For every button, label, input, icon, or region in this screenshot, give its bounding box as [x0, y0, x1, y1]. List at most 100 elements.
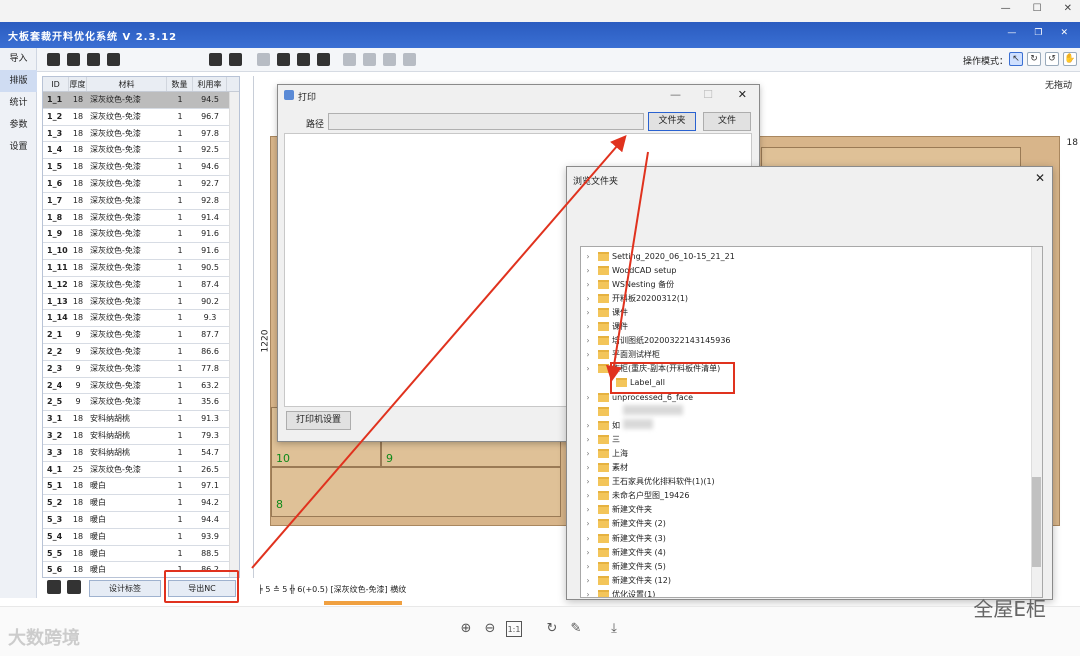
table-row[interactable]: 2_2 9 深灰纹色-免漆 1 86.6	[43, 344, 239, 361]
table-row[interactable]: 1_5 18 深灰纹色-免漆 1 94.6	[43, 159, 239, 176]
link-icon[interactable]	[67, 53, 80, 66]
folder-tree-item[interactable]: › 素材	[583, 461, 628, 475]
table-row[interactable]: 3_1 18 安科纳胡桃 1 91.3	[43, 411, 239, 428]
download-icon[interactable]: ⤓	[606, 621, 622, 637]
merge-icon[interactable]	[363, 53, 376, 66]
app-restore-icon[interactable]: ❐	[1034, 28, 1042, 38]
chevron-right-icon[interactable]: ›	[583, 308, 593, 317]
column-header-thickness[interactable]: 厚度	[69, 77, 87, 91]
table-row[interactable]: 4_1 25 深灰纹色-免漆 1 26.5	[43, 462, 239, 479]
folder-tree-item[interactable]: › WSNesting 备份	[583, 277, 674, 291]
table-row[interactable]: 1_12 18 深灰纹色-免漆 1 87.4	[43, 277, 239, 294]
folder-open-icon[interactable]	[209, 53, 222, 66]
chevron-right-icon[interactable]: ›	[583, 393, 593, 402]
chevron-right-icon[interactable]: ›	[583, 266, 593, 275]
table-row[interactable]: 1_8 18 深灰纹色-免漆 1 91.4	[43, 210, 239, 227]
chevron-right-icon[interactable]: ›	[583, 590, 593, 597]
table-row[interactable]: 5_3 18 暖白 1 94.4	[43, 512, 239, 529]
maximize-icon[interactable]: ☐	[1033, 3, 1042, 14]
nav-item-params[interactable]: 参数	[0, 114, 37, 136]
chevron-right-icon[interactable]: ›	[583, 294, 593, 303]
dialog-minimize-icon[interactable]: —	[670, 88, 681, 101]
folder-tree-item[interactable]: › 新建文件夹 (3)	[583, 531, 666, 545]
chevron-right-icon[interactable]: ›	[583, 350, 593, 359]
chevron-right-icon[interactable]: ›	[583, 364, 593, 373]
table-row[interactable]: 1_14 18 深灰纹色-免漆 1 9.3	[43, 310, 239, 328]
folder-tree-item[interactable]: › 平面测试样柜	[583, 348, 660, 362]
dialog-close-icon[interactable]: ✕	[738, 88, 747, 101]
table-row[interactable]: 5_5 18 暖白 1 88.5	[43, 546, 239, 563]
image-icon[interactable]	[87, 53, 100, 66]
cursor-icon[interactable]: ↖	[1009, 52, 1023, 66]
folder-tree-item[interactable]: › 开料板20200312(1)	[583, 291, 688, 305]
save-icon[interactable]	[107, 53, 120, 66]
camera-icon[interactable]	[229, 53, 242, 66]
table-row[interactable]: 1_13 18 深灰纹色-免漆 1 90.2	[43, 294, 239, 311]
app-close-icon[interactable]: ✕	[1060, 28, 1068, 38]
zoom-out-icon[interactable]: ⊖	[482, 621, 498, 637]
chevron-right-icon[interactable]: ›	[583, 491, 593, 500]
table-row[interactable]: 2_1 9 深灰纹色-免漆 1 87.7	[43, 327, 239, 344]
print-icon[interactable]	[47, 580, 61, 594]
close-icon[interactable]: ✕	[1064, 3, 1072, 14]
chevron-right-icon[interactable]: ›	[583, 576, 593, 585]
column-header-id[interactable]: ID	[43, 77, 69, 91]
chevron-right-icon[interactable]: ›	[583, 252, 593, 261]
table-row[interactable]: 2_3 9 深灰纹色-免漆 1 77.8	[43, 361, 239, 378]
table-row[interactable]: 3_2 18 安科纳胡桃 1 79.3	[43, 428, 239, 445]
printer-settings-button[interactable]: 打印机设置	[286, 411, 351, 430]
chevron-right-icon[interactable]: ›	[583, 336, 593, 345]
refresh-icon[interactable]: ↺	[1045, 52, 1059, 66]
zoom-in-icon[interactable]: ⊕	[458, 621, 474, 637]
tree-scroll-thumb[interactable]	[1032, 477, 1041, 567]
table-row[interactable]: 1_7 18 深灰纹色-免漆 1 92.8	[43, 193, 239, 210]
folder-tree-item[interactable]: › 未命名户型图_19426	[583, 489, 689, 503]
add-icon[interactable]	[277, 53, 290, 66]
folder-tree-item[interactable]: › 新建文件夹 (4)	[583, 545, 666, 559]
folder-tree-item[interactable]: › 新建文件夹 (12)	[583, 573, 671, 587]
folder-tree-item[interactable]: › 培训图纸20200322143145936	[583, 334, 731, 348]
chevron-right-icon[interactable]: ›	[583, 548, 593, 557]
app-minimize-icon[interactable]: —	[1007, 28, 1016, 38]
table-row[interactable]: 5_2 18 暖白 1 94.2	[43, 495, 239, 512]
chevron-right-icon[interactable]: ›	[583, 505, 593, 514]
folder-tree-item[interactable]: › WoodCAD setup	[583, 263, 676, 277]
table-row[interactable]: 1_11 18 深灰纹色-免漆 1 90.5	[43, 260, 239, 277]
chevron-right-icon[interactable]: ›	[583, 421, 593, 430]
printer-icon[interactable]	[67, 580, 81, 594]
folder-tree-item[interactable]: › 优化设置(1)	[583, 587, 655, 597]
disk-icon[interactable]	[257, 53, 270, 66]
minimize-icon[interactable]: —	[1001, 3, 1011, 14]
chevron-right-icon[interactable]: ›	[583, 280, 593, 289]
chevron-right-icon[interactable]: ›	[583, 477, 593, 486]
folder-tree-item[interactable]: › 三	[583, 432, 620, 446]
nav-item-import[interactable]: 导入	[0, 48, 37, 70]
folder-tree-item[interactable]: › 新建文件夹 (5)	[583, 559, 666, 573]
table-row[interactable]: 2_4 9 深灰纹色-免漆 1 63.2	[43, 378, 239, 395]
folder-tree-item[interactable]: › 新建文件夹	[583, 503, 652, 517]
chevron-right-icon[interactable]: ›	[583, 322, 593, 331]
nav-item-layout[interactable]: 排版	[0, 70, 37, 92]
board-icon[interactable]	[403, 53, 416, 66]
panel-8[interactable]: 8	[271, 467, 561, 517]
table-row[interactable]: 3_3 18 安科纳胡桃 1 54.7	[43, 445, 239, 462]
remove-icon[interactable]	[297, 53, 310, 66]
column-header-utilization[interactable]: 利用率	[193, 77, 227, 91]
folder-tree-item[interactable]: › 新建文件夹 (2)	[583, 517, 666, 531]
table-row[interactable]: 5_4 18 暖白 1 93.9	[43, 529, 239, 546]
design-label-button[interactable]: 设计标签	[89, 580, 161, 597]
table-row[interactable]: 1_3 18 深灰纹色-免漆 1 97.8	[43, 126, 239, 143]
folder-tree-item[interactable]: › 课件	[583, 320, 628, 334]
tree-scrollbar[interactable]	[1031, 247, 1042, 597]
chevron-right-icon[interactable]: ›	[583, 562, 593, 571]
folder-button[interactable]: 文件夹	[648, 112, 696, 131]
folder-tree-item[interactable]: › 如	[583, 418, 620, 432]
rotate-right-icon[interactable]: ↻	[544, 621, 560, 637]
table-row[interactable]: 1_1 18 深灰纹色-免漆 1 94.5	[43, 92, 239, 109]
chevron-right-icon[interactable]: ›	[583, 449, 593, 458]
folder-tree-item[interactable]: › 上海	[583, 446, 628, 460]
path-input[interactable]	[328, 113, 644, 130]
gear-icon[interactable]	[47, 53, 60, 66]
column-header-quantity[interactable]: 数量	[167, 77, 193, 91]
table-row[interactable]: 1_2 18 深灰纹色-免漆 1 96.7	[43, 109, 239, 126]
